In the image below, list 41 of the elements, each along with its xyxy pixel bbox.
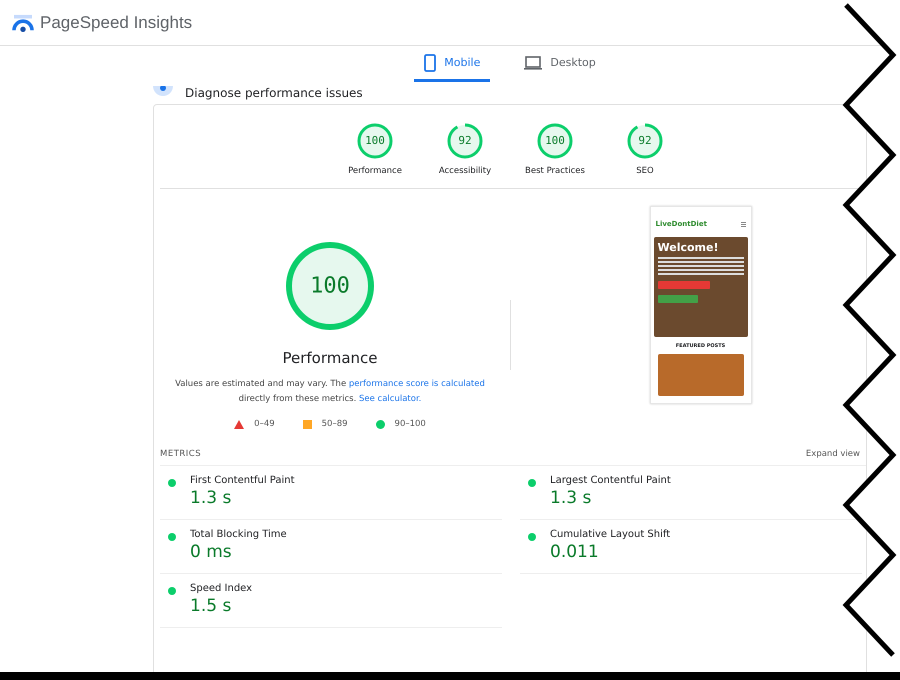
metric-name: Cumulative Layout Shift bbox=[550, 529, 670, 540]
legend-label: 90–100 bbox=[394, 419, 426, 429]
hero-heading: Welcome! bbox=[658, 241, 720, 254]
metric-name: Speed Index bbox=[190, 583, 252, 594]
logo-icon bbox=[12, 14, 34, 32]
category-label[interactable]: Best Practices bbox=[525, 166, 585, 176]
device-tab[interactable]: Mobile bbox=[414, 46, 490, 82]
score-gauge bbox=[627, 123, 663, 159]
legend-label: 50–89 bbox=[322, 419, 348, 429]
category-label[interactable]: Accessibility bbox=[438, 166, 492, 176]
score-gauge bbox=[447, 123, 483, 159]
metric-value: 0 ms bbox=[190, 542, 233, 562]
legend-label: 0–49 bbox=[254, 419, 275, 429]
metric-value: 1.3 s bbox=[190, 488, 232, 508]
metric-name: Largest Contentful Paint bbox=[550, 475, 671, 486]
app-title: PageSpeed Insights bbox=[40, 12, 192, 32]
score-value: 100 bbox=[544, 134, 566, 147]
score-value: 92 bbox=[457, 134, 473, 147]
metrics-title: METRICS bbox=[160, 449, 202, 459]
score-value: 100 bbox=[364, 134, 386, 147]
metric-name: First Contentful Paint bbox=[190, 475, 295, 486]
device-tab[interactable]: Desktop bbox=[514, 46, 606, 82]
menu-icon bbox=[740, 222, 746, 226]
category-label[interactable]: SEO bbox=[636, 166, 654, 176]
metric-value: 0.011 bbox=[550, 542, 600, 562]
score-gauge bbox=[357, 123, 393, 159]
score-link[interactable]: performance score is calculated bbox=[348, 379, 485, 389]
category-label[interactable]: Performance bbox=[348, 166, 402, 176]
laptop-icon bbox=[524, 56, 542, 70]
phone-icon bbox=[424, 54, 436, 72]
score-value: 92 bbox=[637, 134, 653, 147]
expand-view-button[interactable]: Expand view bbox=[806, 449, 860, 459]
calculator-link[interactable]: See calculator. bbox=[358, 394, 422, 404]
section-title: Diagnose performance issues bbox=[185, 86, 363, 100]
metric-name: Total Blocking Time bbox=[190, 529, 287, 540]
metric-value: 1.5 s bbox=[190, 596, 232, 616]
estimate-note: Values are estimated and may vary. The performance score is calculated directly from these metrics. See calculator. bbox=[175, 378, 485, 406]
performance-score: 100 bbox=[310, 274, 350, 298]
score-gauge bbox=[537, 123, 573, 159]
performance-label: Performance bbox=[282, 349, 378, 367]
metric-value: 1.3 s bbox=[550, 488, 592, 508]
